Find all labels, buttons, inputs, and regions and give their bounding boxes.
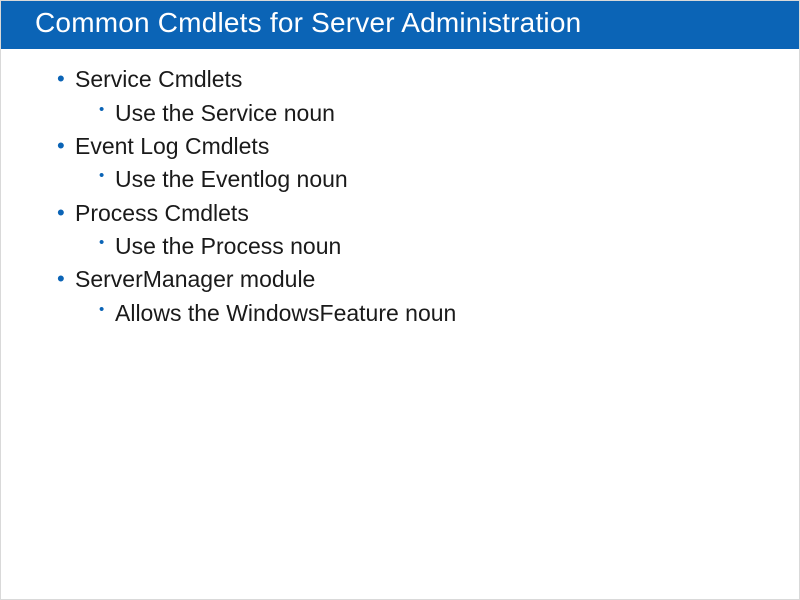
list-subitem: Use the Process noun bbox=[99, 230, 755, 263]
list-subitem-label: Use the Eventlog noun bbox=[115, 166, 348, 192]
slide-body: Service Cmdlets Use the Service noun Eve… bbox=[1, 49, 799, 330]
title-band: Common Cmdlets for Server Administration bbox=[1, 1, 799, 49]
list-subitem-label: Allows the WindowsFeature noun bbox=[115, 300, 456, 326]
list-item: Service Cmdlets Use the Service noun bbox=[57, 63, 755, 130]
list-item-label: ServerManager module bbox=[75, 266, 315, 292]
slide-title: Common Cmdlets for Server Administration bbox=[35, 7, 765, 39]
list-subitem: Use the Eventlog noun bbox=[99, 163, 755, 196]
list-item-label: Process Cmdlets bbox=[75, 200, 249, 226]
list-item-label: Event Log Cmdlets bbox=[75, 133, 269, 159]
list-subitem: Use the Service noun bbox=[99, 97, 755, 130]
list-item: Event Log Cmdlets Use the Eventlog noun bbox=[57, 130, 755, 197]
bullet-list: Service Cmdlets Use the Service noun Eve… bbox=[57, 63, 755, 330]
list-subitem-label: Use the Service noun bbox=[115, 100, 335, 126]
list-item: ServerManager module Allows the WindowsF… bbox=[57, 263, 755, 330]
list-item: Process Cmdlets Use the Process noun bbox=[57, 197, 755, 264]
slide: Common Cmdlets for Server Administration… bbox=[0, 0, 800, 600]
list-item-label: Service Cmdlets bbox=[75, 66, 242, 92]
list-subitem-label: Use the Process noun bbox=[115, 233, 341, 259]
list-subitem: Allows the WindowsFeature noun bbox=[99, 297, 755, 330]
